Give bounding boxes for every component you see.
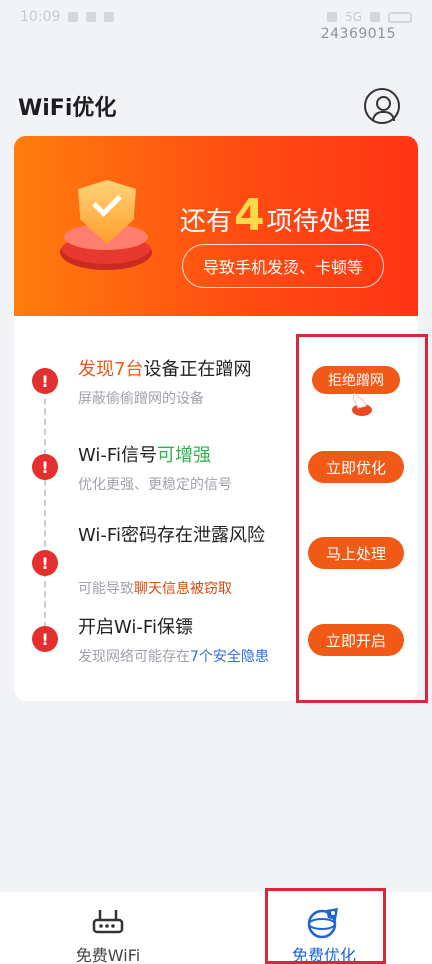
issue-subtitle-prefix: 可能导致 bbox=[78, 581, 134, 597]
issue-subtitle: 可能导致聊天信息被窃取 bbox=[78, 578, 232, 598]
network-type: 5G bbox=[345, 10, 362, 24]
issue-subtitle-highlight: 聊天信息被窃取 bbox=[134, 581, 232, 597]
banner-title-suffix: 项待处理 bbox=[266, 207, 371, 237]
banner-title-prefix: 还有 bbox=[180, 207, 233, 237]
wifi-status-icon bbox=[370, 12, 380, 22]
location-icon bbox=[327, 12, 338, 22]
notification-icon bbox=[68, 12, 79, 22]
issue-subtitle-highlight: 7个安全隐患 bbox=[190, 649, 269, 665]
app-notification-icon bbox=[86, 12, 97, 22]
shield-illustration bbox=[54, 172, 164, 282]
page-title: WiFi优化 bbox=[18, 96, 117, 121]
issue-title: 开启Wi-Fi保镖 bbox=[78, 617, 193, 638]
message-icon bbox=[104, 12, 115, 22]
alert-icon: ! bbox=[32, 454, 58, 480]
status-right: 5G bbox=[327, 10, 412, 24]
banner-title: 还有 4 项待处理 bbox=[180, 194, 371, 238]
issue-title: Wi-Fi密码存在泄露风险 bbox=[78, 525, 265, 546]
issue-title-rest: 设备正在蹭网 bbox=[143, 359, 252, 380]
issue-subtitle-prefix: 发现网络可能存在 bbox=[78, 649, 190, 665]
issue-title-highlight: 发现7台 bbox=[78, 359, 144, 380]
issue-subtitle: 优化更强、更稳定的信号 bbox=[78, 477, 232, 493]
alert-icon: ! bbox=[32, 550, 58, 576]
issue-title: 发现7台设备正在蹭网 bbox=[78, 358, 288, 382]
router-icon bbox=[92, 910, 124, 934]
annotation-tab-box bbox=[265, 888, 386, 964]
alert-icon: ! bbox=[32, 368, 58, 394]
tab-free-wifi[interactable]: 免费WiFi bbox=[28, 892, 188, 964]
issue-title-highlight: 可增强 bbox=[156, 445, 211, 466]
annotation-highlight-box bbox=[296, 334, 428, 703]
issue-title-prefix: Wi-Fi信号 bbox=[78, 445, 157, 466]
tab-label: 免费WiFi bbox=[75, 946, 141, 964]
summary-banner: 还有 4 项待处理 导致手机发烫、卡顿等 bbox=[14, 136, 418, 316]
watermark: 24369015 bbox=[320, 26, 396, 42]
pending-count: 4 bbox=[234, 190, 265, 241]
alert-icon: ! bbox=[32, 626, 58, 652]
user-profile-icon[interactable] bbox=[364, 88, 400, 124]
battery-icon bbox=[388, 11, 412, 23]
issue-title: Wi-Fi信号可增强 bbox=[78, 444, 288, 468]
header: WiFi优化 bbox=[18, 88, 414, 124]
issue-subtitle: 发现网络可能存在7个安全隐患 bbox=[78, 646, 269, 666]
status-time: 10:09 bbox=[20, 9, 61, 25]
issue-subtitle: 屏蔽偷偷蹭网的设备 bbox=[78, 391, 204, 407]
status-left: 10:09 bbox=[20, 9, 115, 25]
banner-subtitle-pill[interactable]: 导致手机发烫、卡顿等 bbox=[182, 244, 384, 288]
